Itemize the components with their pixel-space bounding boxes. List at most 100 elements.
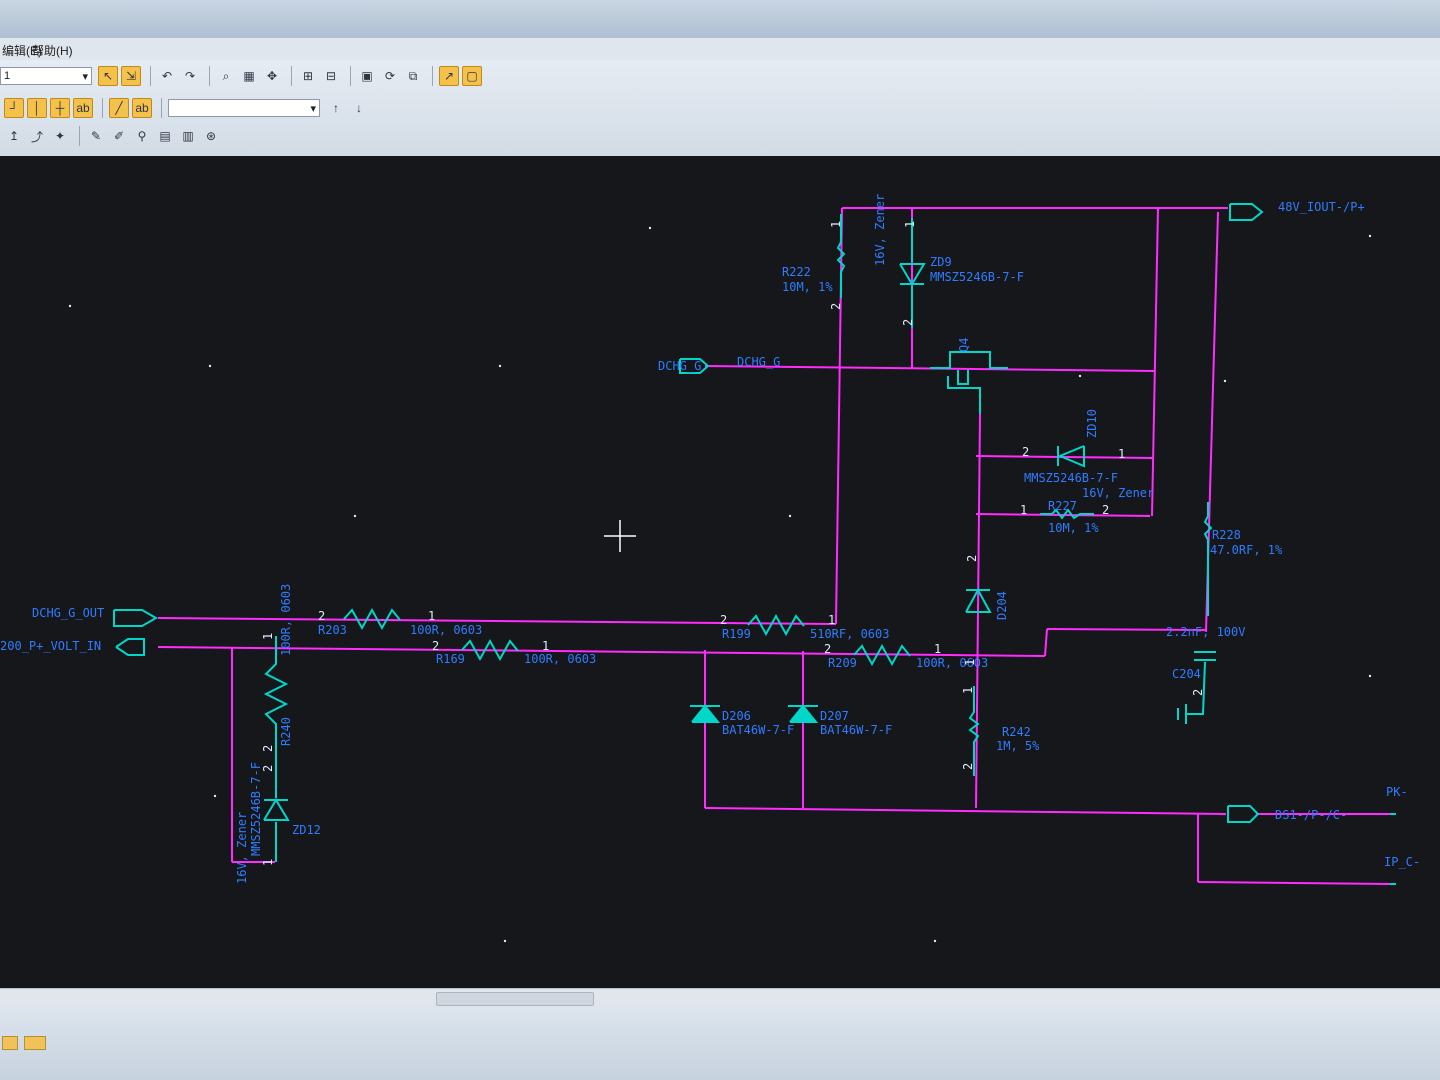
select-wire-icon[interactable]: ↖ xyxy=(98,66,118,86)
place-pin-icon[interactable]: ↥ xyxy=(4,126,24,146)
toolbar-row-2: ┘ │ ┼ ab ╱ ab ▾ ↑ ↓ xyxy=(4,94,372,122)
toolbar-separator xyxy=(291,66,292,86)
grid-dot xyxy=(1368,234,1372,238)
toolbar-separator xyxy=(209,66,210,86)
property-icon[interactable]: ✎ xyxy=(86,126,106,146)
horizontal-scrollbar[interactable] xyxy=(0,988,1440,1007)
pin-number: 1 xyxy=(1118,447,1125,461)
rotate-icon[interactable]: ⟳ xyxy=(380,66,400,86)
pin-number: 2 xyxy=(1022,445,1029,459)
menu-help[interactable]: 帮助(H) xyxy=(32,42,73,59)
q4-body xyxy=(957,370,969,385)
port-out-48v-label: 48V_IOUT-/P+ xyxy=(1278,200,1365,214)
wire xyxy=(1197,881,1391,885)
port-volt-in-symbol xyxy=(115,638,145,656)
grid-dots xyxy=(68,226,1372,943)
pin-number: 1 xyxy=(963,659,977,666)
fit-icon[interactable]: ⊞ xyxy=(298,66,318,86)
zoom-icon[interactable]: ⌕ xyxy=(216,66,236,86)
zd9-ref: ZD9 xyxy=(930,255,952,269)
mirror-icon[interactable]: ⧉ xyxy=(403,66,423,86)
edit-part-icon[interactable]: ✐ xyxy=(109,126,129,146)
add-text-icon[interactable]: ab xyxy=(132,98,152,118)
text-combo[interactable]: ▾ xyxy=(168,99,320,117)
menu-bar: 编辑(E) 帮助(H) xyxy=(0,38,1440,61)
grid-dot xyxy=(1078,374,1082,378)
filter-icon[interactable]: ⚲ xyxy=(132,126,152,146)
port-dchg-g-label: DCHG_G xyxy=(658,359,701,373)
pin-number: 2 xyxy=(824,642,831,656)
r222-ref: R222 xyxy=(782,265,811,279)
sheet-selector-value: 1 xyxy=(4,70,11,82)
d207-symbol xyxy=(789,704,819,723)
toolbar-area: 1 ▾ ↖ ⇲ ↶ ↷ ⌕ ▦ ✥ ⊞ ⊟ ▣ ⟳ ⧉ ↗ ▢ ┘ │ ┼ ab… xyxy=(0,60,1440,156)
pin-number: 1 xyxy=(829,221,843,228)
grid-dot xyxy=(648,226,652,230)
pin-number: 2 xyxy=(261,745,275,752)
pin-number: 2 xyxy=(720,613,727,627)
database-icon[interactable]: ▥ xyxy=(178,126,198,146)
wire xyxy=(704,807,1227,815)
toolbar-row-3: ↥ ⤴ ✦ ✎ ✐ ⚲ ▤ ▥ ⊛ xyxy=(4,122,224,150)
r199-value: 510RF, 0603 xyxy=(810,627,889,641)
r209-value: 100R, 0603 xyxy=(916,656,988,670)
net-label-icon[interactable]: ab xyxy=(73,98,93,118)
scrollbar-thumb[interactable] xyxy=(436,992,594,1006)
port-out-48v-symbol xyxy=(1229,203,1264,221)
arrow-tool-icon[interactable]: ↗ xyxy=(439,66,459,86)
library-icon[interactable]: ▤ xyxy=(155,126,175,146)
redo-icon[interactable]: ↷ xyxy=(180,66,200,86)
toolbar-row-1: 1 ▾ ↖ ⇲ ↶ ↷ ⌕ ▦ ✥ ⊞ ⊟ ▣ ⟳ ⧉ ↗ ▢ xyxy=(0,62,485,90)
pin-number: 2 xyxy=(1191,689,1205,696)
pin-number: 2 xyxy=(901,319,915,326)
zd10-value: MMSZ5246B-7-F xyxy=(1024,471,1118,485)
place-power-icon[interactable]: ⤴ xyxy=(27,126,47,146)
place-ground-icon[interactable]: ✦ xyxy=(50,126,70,146)
d207-ref: D207 xyxy=(820,709,849,723)
status-pencil-icon[interactable] xyxy=(2,1036,18,1050)
line-tool-icon[interactable]: ╱ xyxy=(109,98,129,118)
sheet-selector[interactable]: 1 ▾ xyxy=(0,67,92,85)
place-part-icon[interactable]: ▣ xyxy=(357,66,377,86)
move-down-icon[interactable]: ↓ xyxy=(349,98,369,118)
port-dchg-g-out-label: DCHG_G_OUT xyxy=(32,606,104,620)
r199-symbol xyxy=(747,613,805,637)
status-layer-icon[interactable] xyxy=(24,1036,46,1050)
zoom-area-icon[interactable]: ▦ xyxy=(239,66,259,86)
zd9-note: 16V, Zener xyxy=(873,194,887,266)
r169-ref: R169 xyxy=(436,652,465,666)
q4-ref: Q4 xyxy=(957,338,971,352)
pin-number: 1 xyxy=(1020,503,1027,517)
r242-value: 1M, 5% xyxy=(996,739,1040,753)
grid-dot xyxy=(498,364,502,368)
wire-tool-icon[interactable]: ┘ xyxy=(4,98,24,118)
r222-value: 10M, 1% xyxy=(782,280,833,294)
wires xyxy=(157,207,1391,885)
grid-dot xyxy=(1223,379,1227,383)
d207-value: BAT46W-7-F xyxy=(820,723,892,737)
pan-icon[interactable]: ✥ xyxy=(262,66,282,86)
r199-ref: R199 xyxy=(722,627,751,641)
zd10-note: 16V, Zener xyxy=(1082,486,1154,500)
port-volt-in-label: 200_P+_VOLT_IN xyxy=(0,639,101,653)
toolbar-separator xyxy=(350,66,351,86)
port-ds1-label: DS1-/P-/C- xyxy=(1275,808,1347,822)
undo-icon[interactable]: ↶ xyxy=(157,66,177,86)
frame-tool-icon[interactable]: ▢ xyxy=(462,66,482,86)
toolbar-separator xyxy=(161,98,162,118)
zd12-note: 16V, Zener xyxy=(235,812,249,884)
schematic-canvas[interactable]: 48V_IOUT-/P+ DCHG_G DCHG_G DCHG_G_OUT 20… xyxy=(0,156,1440,988)
pin-number: 2 xyxy=(432,639,439,653)
port-pk-label: PK- xyxy=(1386,785,1408,799)
crosshair-cursor-icon xyxy=(604,520,636,552)
r228-value: 47.0RF, 1% xyxy=(1210,543,1283,557)
zd12-symbol xyxy=(263,798,290,821)
grid-icon[interactable]: ⊟ xyxy=(321,66,341,86)
net-list-icon[interactable]: ⊛ xyxy=(201,126,221,146)
pin-number: 2 xyxy=(829,303,843,310)
junction-tool-icon[interactable]: ┼ xyxy=(50,98,70,118)
move-up-icon[interactable]: ↑ xyxy=(326,98,346,118)
select-component-icon[interactable]: ⇲ xyxy=(121,66,141,86)
toolbar-separator xyxy=(432,66,433,86)
bus-tool-icon[interactable]: │ xyxy=(27,98,47,118)
